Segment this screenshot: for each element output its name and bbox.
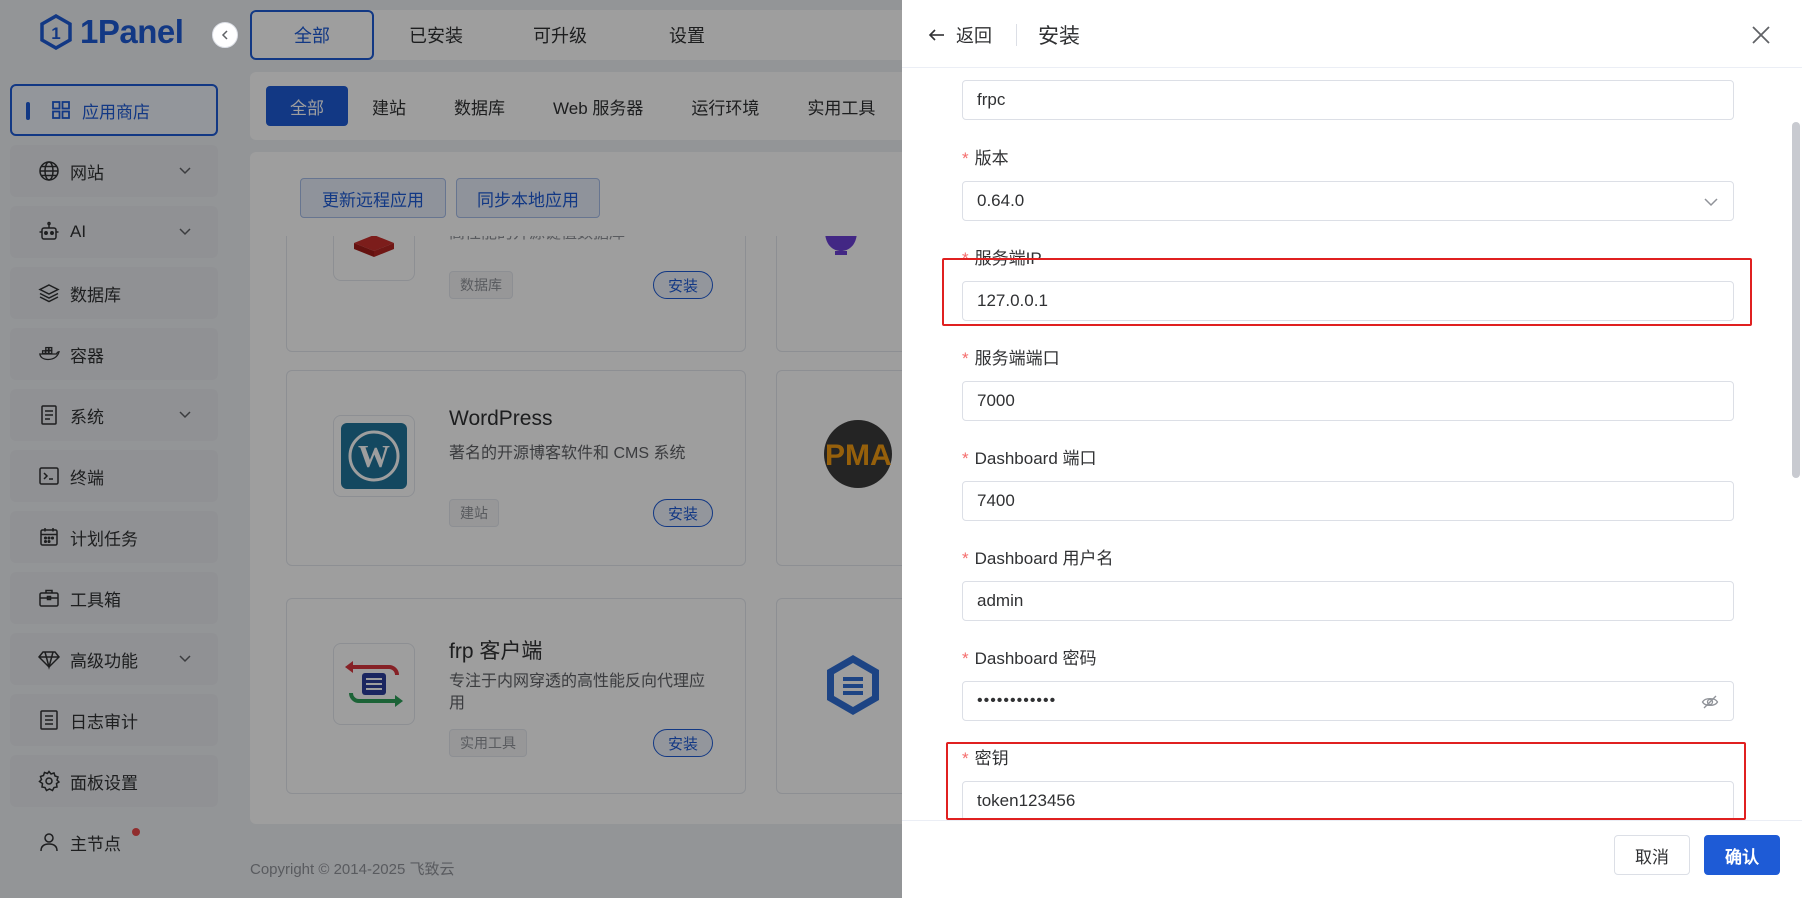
close-icon[interactable] [1748, 22, 1774, 48]
confirm-button[interactable]: 确认 [1704, 835, 1780, 875]
version-select[interactable]: 0.64.0 [962, 181, 1734, 221]
app-name-input[interactable]: frpc [962, 80, 1734, 120]
chevron-down-icon [1704, 198, 1718, 207]
drawer-footer: 取消 确认 [902, 820, 1802, 898]
cancel-button[interactable]: 取消 [1614, 835, 1690, 875]
field-label-version: * 版本 [962, 149, 1009, 168]
arrow-left-icon [928, 29, 944, 41]
header-divider [1016, 24, 1017, 46]
chevron-left-icon [221, 30, 228, 40]
field-label-dashboard-password: * Dashboard 密码 [962, 649, 1097, 668]
highlight-box-server-ip [942, 258, 1752, 326]
dashboard-username-input[interactable]: admin [962, 581, 1734, 621]
eye-off-icon[interactable] [1701, 693, 1719, 711]
install-drawer: 返回 安装 frpc * 版本 0.64.0 * 服务端IP 127.0.0.1 *… [902, 0, 1802, 898]
sidebar-collapse-button[interactable] [212, 22, 238, 48]
drawer-title: 安装 [1038, 25, 1080, 48]
install-form: frpc * 版本 0.64.0 * 服务端IP 127.0.0.1 * 服务端端口 … [902, 68, 1802, 820]
dashboard-password-input[interactable]: •••••••••••• [962, 681, 1734, 721]
field-label-dashboard-port: * Dashboard 端口 [962, 449, 1097, 468]
back-button[interactable]: 返回 [928, 22, 992, 48]
modal-overlay[interactable] [0, 0, 902, 898]
field-label-server-port: * 服务端端口 [962, 349, 1060, 368]
highlight-box-token [946, 742, 1746, 820]
back-label: 返回 [956, 26, 992, 46]
drawer-header: 返回 安装 [902, 0, 1802, 68]
server-port-input[interactable]: 7000 [962, 381, 1734, 421]
field-label-dashboard-username: * Dashboard 用户名 [962, 549, 1114, 568]
dashboard-port-input[interactable]: 7400 [962, 481, 1734, 521]
drawer-scrollbar[interactable] [1792, 122, 1800, 478]
